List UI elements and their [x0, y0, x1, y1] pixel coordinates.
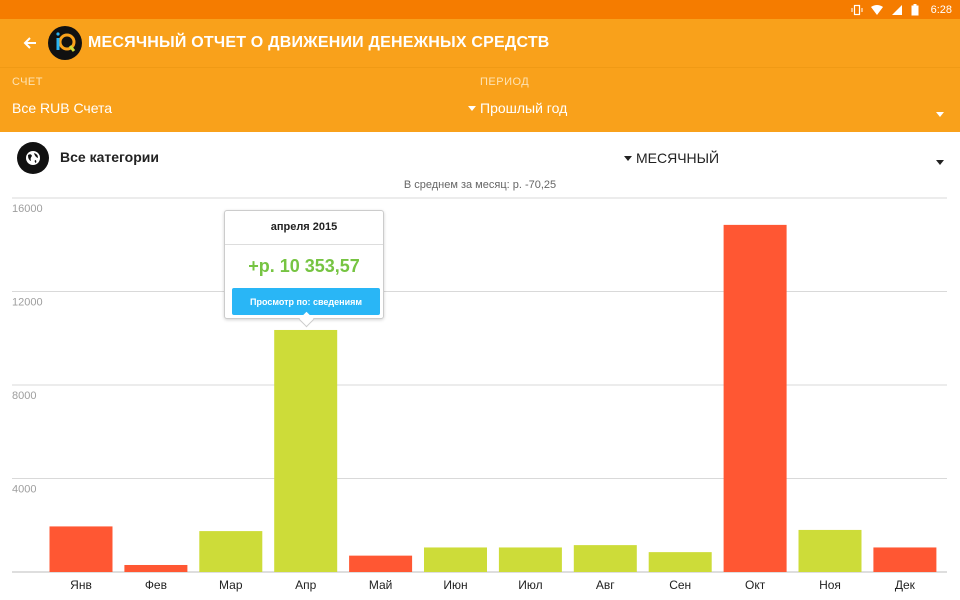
category-row: Все категории МЕСЯЧНЫЙ [0, 132, 960, 182]
bar-Июн[interactable] [424, 547, 487, 572]
tooltip-amount: +р. 10 353,57 [248, 256, 360, 276]
bar-Дек[interactable] [873, 547, 937, 572]
iq-logo-icon [56, 32, 76, 52]
bar-Янв[interactable] [49, 526, 113, 572]
status-bar: 6:28 [0, 0, 960, 19]
x-tick-label: Май [369, 578, 393, 592]
tooltip-title: апреля 2015 [270, 221, 338, 233]
bar-Мар[interactable] [199, 531, 263, 572]
x-tick-label: Янв [70, 578, 92, 592]
period-label: ПЕРИОД [480, 76, 530, 88]
x-tick-label: Авг [596, 578, 615, 592]
x-tick-label: Апр [295, 578, 317, 592]
filter-panel: СЧЕТ Все RUB Счета ПЕРИОД Прошлый год [0, 67, 960, 132]
category-selector[interactable]: Все категории [60, 149, 159, 165]
bar-Июл[interactable] [498, 547, 562, 572]
account-selector[interactable]: Все RUB Счета [12, 100, 112, 116]
account-label: СЧЕТ [12, 76, 43, 88]
back-button[interactable] [18, 31, 42, 55]
bar-Май[interactable] [349, 555, 413, 572]
period-dropdown-icon[interactable] [936, 106, 944, 124]
y-tick-label: 12000 [12, 297, 43, 309]
category-icon[interactable] [17, 142, 49, 174]
dropdown-arrow-icon [468, 105, 476, 111]
dropdown-arrow-icon [624, 155, 632, 161]
status-time: 6:28 [930, 3, 952, 16]
grouping-selector[interactable]: МЕСЯЧНЫЙ [624, 150, 719, 166]
bar-chart: 16000 12000 8000 4000 Янв Фев Мар Апр Май Июн Июл А… [12, 197, 947, 592]
x-tick-label: Дек [895, 578, 916, 592]
grouping-value: МЕСЯЧНЫЙ [636, 150, 720, 166]
app-bar: МЕСЯЧНЫЙ ОТЧЕТ О ДВИЖЕНИИ ДЕНЕЖНЫХ СРЕДС… [0, 19, 960, 67]
x-tick-label: Мар [219, 578, 243, 592]
x-tick-label: Июн [443, 578, 467, 592]
categories-globe-icon [26, 151, 40, 165]
bar-Апр[interactable] [274, 329, 338, 572]
bar-Сен[interactable] [648, 552, 712, 572]
x-tick-label: Ноя [819, 578, 841, 592]
bar-Фев[interactable] [124, 564, 188, 572]
grouping-dropdown-icon[interactable] [936, 154, 944, 172]
x-tick-label: Фев [145, 578, 167, 592]
app-logo [48, 26, 82, 60]
y-tick-label: 16000 [12, 203, 43, 215]
tooltip-divider [225, 244, 383, 245]
vibrate-icon [851, 4, 863, 16]
bar-Ноя[interactable] [798, 529, 862, 572]
x-tick-label: Июл [518, 578, 542, 592]
y-tick-label: 8000 [12, 390, 36, 402]
y-tick-label: 4000 [12, 484, 36, 496]
bar-Окт[interactable] [723, 224, 787, 572]
view-details-button[interactable]: Просмотр по: сведениям [232, 288, 380, 315]
period-selector[interactable]: Прошлый год [468, 100, 567, 116]
page-title: МЕСЯЧНЫЙ ОТЧЕТ О ДВИЖЕНИИ ДЕНЕЖНЫХ СРЕДС… [88, 34, 550, 51]
signal-icon [891, 4, 903, 16]
x-tick-label: Сен [669, 578, 691, 592]
x-tick-label: Окт [745, 578, 766, 592]
chart-tooltip: апреля 2015 +р. 10 353,57 Просмотр по: с… [224, 210, 384, 319]
arrow-back-icon [23, 37, 36, 49]
bar-Авг[interactable] [573, 545, 637, 572]
period-value: Прошлый год [480, 100, 568, 116]
wifi-icon [870, 4, 883, 16]
battery-icon [911, 3, 923, 16]
